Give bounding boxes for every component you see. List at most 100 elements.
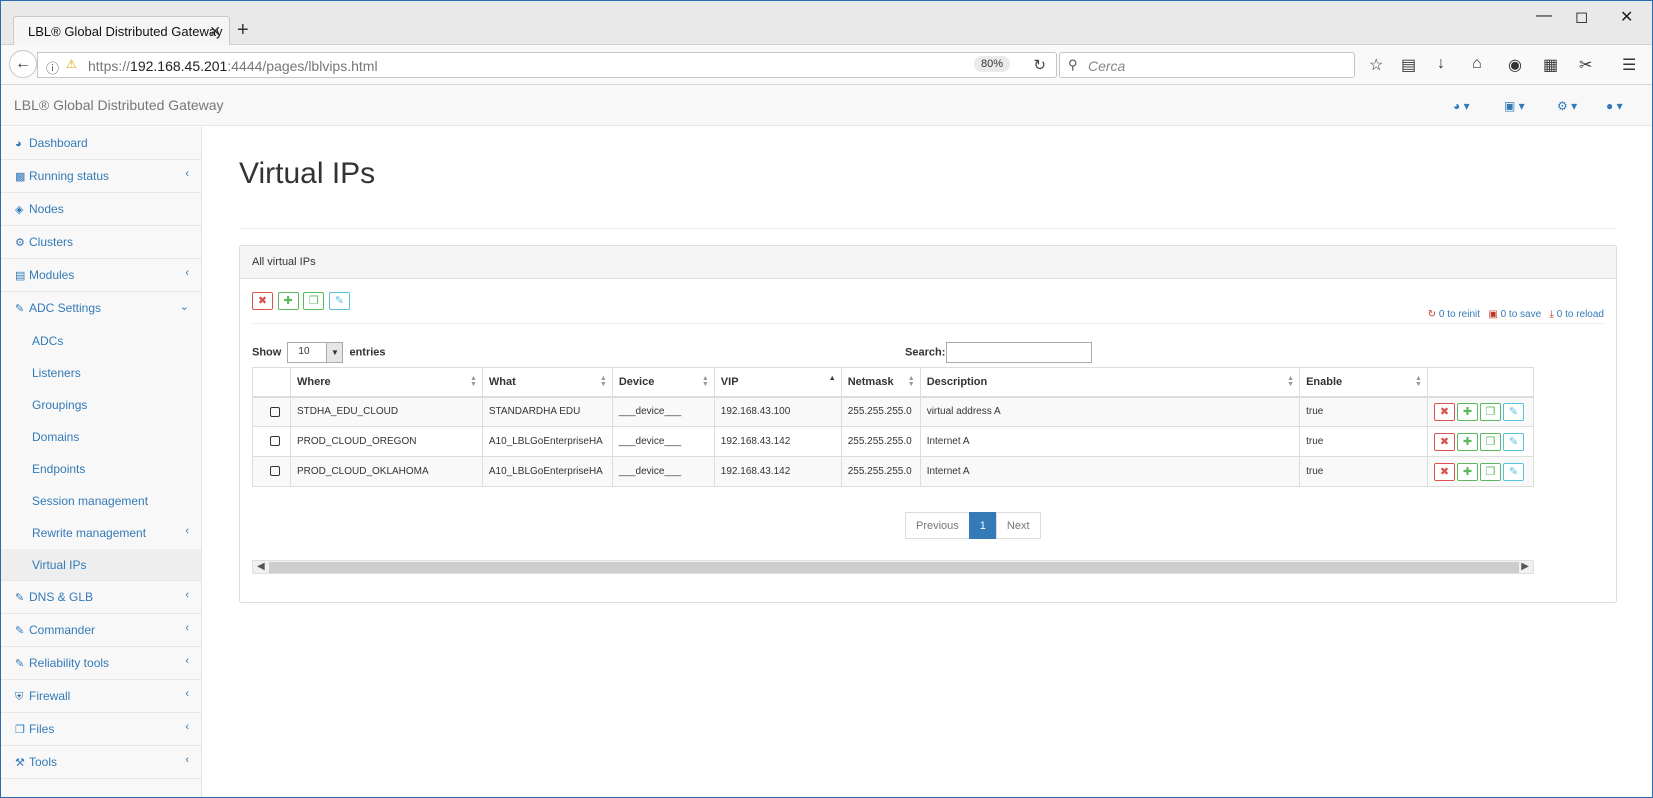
close-window-icon[interactable]: ✕ (1620, 7, 1633, 27)
sidebar-subitem-listeners[interactable]: Listeners (1, 357, 201, 389)
chevron-left-icon: ‹ (185, 754, 189, 766)
reader-icon[interactable]: ▦ (1543, 55, 1558, 75)
bookmark-star-icon[interactable]: ☆ (1369, 55, 1383, 75)
table-search-input[interactable] (946, 342, 1093, 363)
user-dropdown-icon[interactable]: ● ▾ (1606, 99, 1623, 113)
sidebar-item-dashboard[interactable]: ◕ Dashboard (1, 127, 201, 160)
row-add-button[interactable]: ✚ (1456, 432, 1478, 451)
sidebar-subitem-virtual-ips[interactable]: Virtual IPs (1, 549, 201, 581)
minimize-icon[interactable]: — (1536, 7, 1552, 25)
to-save-link[interactable]: 0 to save (1501, 309, 1542, 320)
dashboard-dropdown-icon[interactable]: ◕ ▾ (1453, 99, 1470, 113)
settings-dropdown-icon[interactable]: ⚙ ▾ (1557, 99, 1577, 113)
home-icon[interactable]: ⌂ (1472, 55, 1482, 73)
sidebar-item-dns-glb[interactable]: ✎ DNS & GLB ‹ (1, 581, 201, 614)
row-delete-button[interactable]: ✖ (1433, 402, 1455, 421)
column-header-vip[interactable]: VIP ▲ (713, 367, 842, 398)
entries-select[interactable]: 10 ▼ (287, 342, 344, 363)
menu-icon[interactable]: ☰ (1622, 55, 1636, 75)
cell-what: A10_LBLGoEnterpriseHA (481, 456, 613, 487)
scroll-right-icon[interactable]: ▶ (1521, 561, 1529, 572)
sidebar: ◕ Dashboard ▩ Running status ‹ ◈ Nodes ⚙ Clus… (1, 127, 202, 797)
cell-enable: true (1299, 396, 1428, 427)
scrollbar-thumb[interactable] (269, 562, 1519, 573)
download-icon[interactable]: ↓ (1437, 55, 1445, 73)
horizontal-scrollbar[interactable]: ◀ ▶ (252, 560, 1534, 574)
row-add-button[interactable]: ✚ (1456, 402, 1478, 421)
table-search: Search: (905, 342, 1093, 363)
row-checkbox[interactable] (270, 436, 280, 447)
next-page-button[interactable]: Next (995, 512, 1041, 539)
row-add-button[interactable]: ✚ (1456, 462, 1478, 481)
column-header-where[interactable]: Where ▲ ▼ (289, 367, 483, 398)
pending-status: ↻ 0 to reinit ▣ 0 to save ⤓ 0 to reload (1428, 309, 1604, 320)
sort-icon: ▲ ▼ (1287, 375, 1295, 388)
edit-button[interactable]: ✎ (328, 292, 350, 310)
warning-lock-icon[interactable]: ⚠ (66, 57, 77, 71)
files-icon: ❐ (15, 724, 25, 736)
cell-enable: true (1299, 426, 1428, 457)
sidebar-item-nodes[interactable]: ◈ Nodes (1, 193, 201, 226)
sidebar-item-running-status[interactable]: ▩ Running status ‹ (1, 160, 201, 193)
brand-title[interactable]: LBL® Global Distributed Gateway (14, 97, 224, 113)
divider (252, 323, 1604, 324)
previous-page-button[interactable]: Previous (905, 512, 970, 539)
sidebar-subitem-groupings[interactable]: Groupings (1, 389, 201, 421)
chevron-down-icon: ⌄ (179, 301, 189, 313)
browser-search-input[interactable]: ⚲ Cerca (1059, 52, 1355, 78)
close-tab-icon[interactable]: ✕ (209, 23, 221, 40)
row-checkbox[interactable] (270, 466, 280, 477)
sidebar-item-reliability-tools[interactable]: ✎ Reliability tools ‹ (1, 647, 201, 680)
sidebar-item-commander[interactable]: ✎ Commander ‹ (1, 614, 201, 647)
sidebar-subitem-rewrite-management[interactable]: Rewrite management ‹ (1, 517, 201, 549)
url-bar[interactable]: ⓘ ⚠ https://192.168.45.201:4444/pages/lb… (37, 52, 1057, 78)
row-copy-button[interactable]: ❐ (1479, 402, 1501, 421)
maximize-icon[interactable]: ◻ (1575, 7, 1588, 27)
show-entries: Show 10 ▼ entries (252, 342, 386, 363)
bar-chart-icon: ▩ (15, 171, 26, 183)
sidebar-subitem-session-management[interactable]: Session management (1, 485, 201, 517)
row-copy-button[interactable]: ❐ (1479, 462, 1501, 481)
column-header-device[interactable]: Device ▲ ▼ (611, 367, 715, 398)
delete-button[interactable]: ✖ (252, 292, 273, 310)
sidebar-item-files[interactable]: ❐ Files ‹ (1, 713, 201, 746)
back-arrow-icon[interactable]: ← (9, 50, 37, 78)
save-dropdown-icon[interactable]: ▣ ▾ (1504, 99, 1525, 113)
add-button[interactable]: ✚ (277, 292, 299, 310)
column-header-what[interactable]: What ▲ ▼ (481, 367, 613, 398)
row-copy-button[interactable]: ❐ (1479, 432, 1501, 451)
sidebar-item-tools[interactable]: ⚒ Tools ‹ (1, 746, 201, 779)
sidebar-item-clusters[interactable]: ⚙ Clusters (1, 226, 201, 259)
browser-tab[interactable]: LBL® Global Distributed Gateway ✕ (13, 16, 230, 46)
cell-what: STANDARDHA EDU (481, 396, 613, 427)
row-edit-button[interactable]: ✎ (1502, 462, 1524, 481)
zoom-badge[interactable]: 80% (973, 56, 1010, 72)
sidebar-subitem-domains[interactable]: Domains (1, 421, 201, 453)
to-reload-link[interactable]: 0 to reload (1557, 309, 1604, 320)
row-edit-button[interactable]: ✎ (1502, 432, 1524, 451)
row-edit-button[interactable]: ✎ (1502, 402, 1524, 421)
column-header-description[interactable]: Description ▲ ▼ (919, 367, 1301, 398)
column-header-enable[interactable]: Enable ▲ ▼ (1299, 367, 1428, 398)
sidebar-subitem-endpoints[interactable]: Endpoints (1, 453, 201, 485)
reload-icon[interactable]: ↻ (1033, 56, 1046, 74)
pocket-icon[interactable]: ◉ (1508, 55, 1522, 75)
page-1-button[interactable]: 1 (968, 512, 997, 539)
row-checkbox[interactable] (270, 406, 280, 417)
cell-enable: true (1299, 456, 1428, 487)
sidebar-subitem-adcs[interactable]: ADCs (1, 325, 201, 357)
info-icon[interactable]: ⓘ (46, 58, 59, 77)
sidebar-item-modules[interactable]: ▤ Modules ‹ (1, 259, 201, 292)
sidebar-item-firewall[interactable]: ⛨ Firewall ‹ (1, 680, 201, 713)
scroll-left-icon[interactable]: ◀ (257, 561, 265, 572)
app-header: LBL® Global Distributed Gateway ◕ ▾ ▣ ▾ … (1, 85, 1652, 126)
library-icon[interactable]: ▤ (1401, 55, 1416, 75)
row-delete-button[interactable]: ✖ (1433, 462, 1455, 481)
new-tab-button[interactable]: + (237, 19, 249, 42)
screenshot-icon[interactable]: ✂ (1579, 55, 1592, 75)
column-header-netmask[interactable]: Netmask ▲ ▼ (840, 367, 921, 398)
row-delete-button[interactable]: ✖ (1433, 432, 1455, 451)
sidebar-item-adc-settings[interactable]: ✎ ADC Settings ⌄ (1, 292, 201, 325)
copy-button[interactable]: ❐ (303, 292, 325, 310)
to-reinit-link[interactable]: 0 to reinit (1439, 309, 1480, 320)
